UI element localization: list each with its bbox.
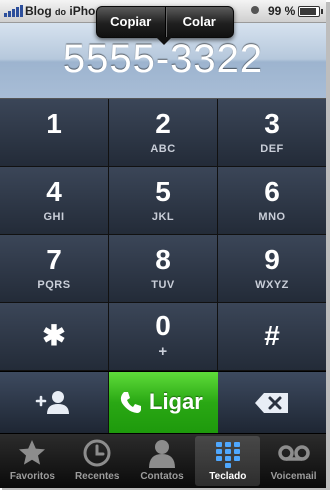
key-digit: 8 bbox=[155, 244, 171, 275]
backspace-icon bbox=[255, 393, 288, 413]
tab-bar: Favoritos Recentes Contatos Teclado Voic… bbox=[0, 434, 326, 488]
keypad: 1 2 ABC 3 DEF 4 GHI 5 JKL 6 MNO 7 PQRS 8 TUV 9 W… bbox=[0, 99, 326, 371]
tab-label: Contatos bbox=[140, 471, 184, 482]
signal-icon bbox=[4, 5, 23, 17]
key-digit: 4 bbox=[46, 176, 62, 207]
key-letters: PQRS bbox=[37, 279, 71, 291]
key-digit: 6 bbox=[264, 176, 280, 207]
key-digit: 3 bbox=[264, 108, 280, 139]
clock-icon bbox=[83, 439, 111, 467]
call-button[interactable]: Ligar bbox=[109, 372, 218, 433]
add-contact-icon bbox=[35, 391, 69, 414]
key-letters: DEF bbox=[260, 143, 284, 155]
key-letters: WXYZ bbox=[255, 279, 289, 291]
tab-voicemail[interactable]: Voicemail bbox=[261, 434, 326, 488]
paste-button[interactable]: Colar bbox=[166, 7, 234, 37]
key-1[interactable]: 1 bbox=[0, 99, 108, 166]
battery-percent: 99 % bbox=[268, 4, 296, 18]
action-row: Ligar bbox=[0, 372, 326, 433]
keypad-icon bbox=[215, 442, 240, 468]
tab-label: Teclado bbox=[209, 471, 247, 482]
key-3[interactable]: 3 DEF bbox=[218, 99, 326, 166]
popup-arrow bbox=[156, 37, 172, 45]
key-letters: GHI bbox=[43, 211, 65, 223]
edit-menu-popup: Copiar Colar bbox=[96, 6, 234, 45]
phone-icon bbox=[120, 392, 141, 413]
delete-button[interactable] bbox=[218, 372, 326, 433]
call-label: Ligar bbox=[149, 389, 203, 414]
star-icon bbox=[19, 440, 46, 465]
key-digit: 0 bbox=[155, 310, 171, 341]
key-hash[interactable]: # bbox=[218, 303, 326, 370]
key-digit: 9 bbox=[264, 244, 280, 275]
add-contact-button[interactable] bbox=[0, 372, 108, 433]
key-2[interactable]: 2 ABC bbox=[109, 99, 217, 166]
key-4[interactable]: 4 GHI bbox=[0, 167, 108, 234]
key-letters: + bbox=[158, 343, 168, 360]
tab-contatos[interactable]: Contatos bbox=[130, 434, 195, 488]
key-digit: ✱ bbox=[42, 320, 66, 351]
tab-label: Recentes bbox=[74, 471, 120, 482]
key-letters: TUV bbox=[151, 279, 175, 291]
contact-icon bbox=[148, 440, 175, 468]
tab-label: Voicemail bbox=[270, 471, 317, 482]
key-digit: 7 bbox=[46, 244, 62, 275]
battery-icon bbox=[298, 6, 323, 17]
key-letters: JKL bbox=[151, 211, 175, 223]
key-7[interactable]: 7 PQRS bbox=[0, 235, 108, 302]
key-6[interactable]: 6 MNO bbox=[218, 167, 326, 234]
alarm-icon bbox=[251, 6, 259, 14]
tab-recentes[interactable]: Recentes bbox=[65, 434, 130, 488]
tab-teclado[interactable]: Teclado bbox=[195, 436, 261, 486]
key-digit: # bbox=[264, 320, 280, 351]
tab-label: Favoritos bbox=[9, 471, 55, 482]
key-letters: MNO bbox=[258, 211, 286, 223]
key-0[interactable]: 0 + bbox=[109, 303, 217, 370]
carrier-name: Blog do iPho bbox=[25, 4, 96, 18]
key-digit: 1 bbox=[46, 108, 62, 139]
voicemail-icon bbox=[277, 445, 310, 461]
key-5[interactable]: 5 JKL bbox=[109, 167, 217, 234]
copy-button[interactable]: Copiar bbox=[97, 7, 165, 37]
key-digit: 2 bbox=[155, 108, 171, 139]
key-star[interactable]: ✱ bbox=[0, 303, 108, 370]
key-8[interactable]: 8 TUV bbox=[109, 235, 217, 302]
key-digit: 5 bbox=[155, 176, 171, 207]
key-9[interactable]: 9 WXYZ bbox=[218, 235, 326, 302]
tab-favoritos[interactable]: Favoritos bbox=[0, 434, 65, 488]
phone-screen: Blog do iPho 99 % 5555-3322 Copiar Colar… bbox=[0, 0, 326, 488]
key-letters: ABC bbox=[150, 143, 176, 155]
